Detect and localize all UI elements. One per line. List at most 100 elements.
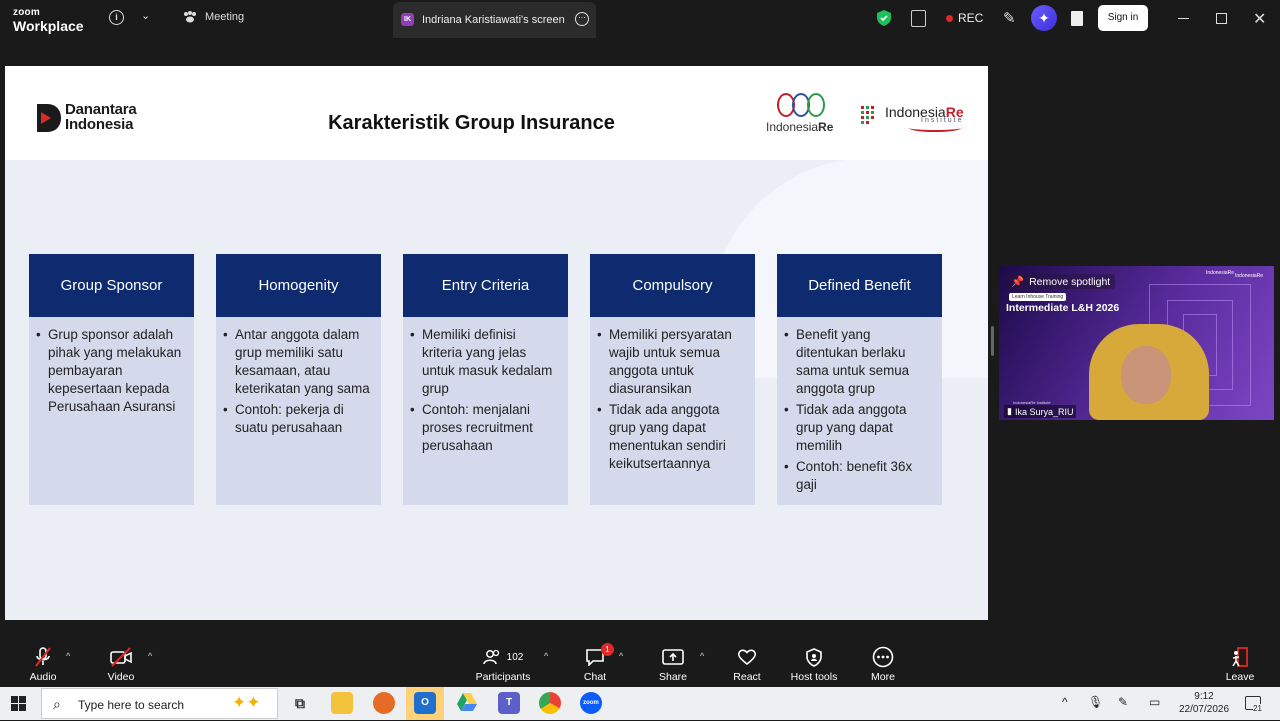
host-tools-button[interactable]: Host tools [784,646,844,683]
network-tray-icon[interactable]: ▭ [1149,695,1160,709]
notification-count: 21 [1253,704,1262,713]
clock-date: 22/07/2026 [1178,704,1230,715]
training-title: Intermediate L&H 2026 [1006,302,1120,314]
card-bullet-list: Benefit yang ditentukan berlaku sama unt… [777,326,942,497]
pen-tray-icon[interactable]: ✎ [1118,695,1128,709]
shield-icon [806,647,822,667]
indonesia-re-logo: IndonesiaRe [766,92,833,134]
more-options-icon[interactable]: ··· [575,12,589,26]
speaker-video-panel[interactable]: 📌 Remove spotlight IndonesiaRe Indonesia… [999,266,1274,420]
video-button[interactable]: Video [91,646,151,683]
windows-taskbar: ⌕ Type here to search ✦✦ ⧉ O T zoom ^ 🎙 … [0,687,1280,720]
close-icon[interactable]: ✕ [1253,9,1266,29]
characteristic-card: Homogenity Antar anggota dalam grup memil… [216,254,381,505]
leave-button[interactable]: Leave [1210,646,1270,683]
notes-icon[interactable] [911,10,926,27]
video-off-icon [110,647,132,667]
search-icon: ⌕ [53,696,61,712]
shared-screen-slide: Danantara Indonesia Karakteristik Group … [5,66,988,620]
google-drive-icon[interactable] [456,692,478,714]
ire-text-1: Indonesia [766,120,819,134]
react-button[interactable]: React [717,646,777,683]
participants-label: Participants [475,671,531,683]
card-bullet-point: Tidak ada anggota grup yang dapat memili… [784,401,932,455]
microphone-tray-icon[interactable]: 🎙 [1088,695,1103,709]
share-button[interactable]: Share [643,646,703,683]
participants-caret-icon[interactable]: ^ [544,651,548,661]
task-view-icon[interactable]: ⧉ [289,692,311,714]
tab-shared-screen-label: Indriana Karistiawati's screen [422,14,565,26]
video-label: Video [107,671,135,683]
system-clock[interactable]: 9:12 22/07/2026 [1176,690,1232,716]
characteristic-card: Group Sponsor Grup sponsor adalah pihak y… [29,254,194,505]
chat-button[interactable]: 1 Chat [565,643,625,683]
zoom-app-icon[interactable]: zoom [580,692,602,714]
characteristic-card: Defined Benefit Benefit yang ditentukan b… [777,254,942,505]
host-tools-label: Host tools [790,671,838,683]
card-bullet-point: Memiliki persyaratan wajib untuk semua a… [597,326,745,398]
tab-meeting-label: Meeting [205,11,245,23]
search-highlight-sparkle-icon[interactable]: ✦✦ [232,693,261,713]
docs-icon[interactable] [1071,11,1083,26]
windows-start-icon[interactable] [11,696,26,711]
card-bullet-point: Contoh: benefit 36x gaji [784,458,932,494]
file-explorer-icon[interactable] [331,692,353,714]
audio-options-caret-icon[interactable]: ^ [66,651,70,661]
share-label: Share [658,671,688,683]
chat-caret-icon[interactable]: ^ [619,651,623,661]
card-title: Group Sponsor [29,254,194,317]
annotate-pen-icon[interactable]: ✎ [1003,9,1016,27]
chat-label: Chat [583,671,607,683]
card-title: Entry Criteria [403,254,568,317]
card-bullet-list: Memiliki definisi kriteria yang jelas un… [403,326,568,458]
card-bullet-point: Grup sponsor adalah pihak yang melakukan… [36,326,184,416]
tab-meeting[interactable]: Meeting [183,11,244,23]
tray-expand-icon[interactable]: ^ [1062,695,1068,709]
speaker-name: Ika Surya_RIU [1014,406,1074,417]
participants-paw-icon [184,11,196,23]
card-bullet-point: Contoh: pekerja di suatu perusahaan [223,401,371,437]
institute-swoosh-icon [909,124,961,132]
card-bullet-list: Grup sponsor adalah pihak yang melakukan… [29,326,194,419]
participants-button[interactable]: 102 Participants [473,646,533,683]
speaker-person [1089,324,1209,420]
training-tag: Learn Inhouse Training [1009,293,1067,301]
remove-spotlight-label: Remove spotlight [1029,275,1111,288]
minimize-icon[interactable] [1178,18,1189,19]
speaker-name-tag: ▮ Ika Surya_RIU [1004,405,1077,418]
card-bullet-point: Benefit yang ditentukan berlaku sama unt… [784,326,932,398]
card-title: Homogenity [216,254,381,317]
encryption-shield-icon[interactable] [877,10,891,26]
heart-icon [737,649,757,666]
chevron-down-icon[interactable]: ⌄ [141,9,150,22]
remove-spotlight-button[interactable]: 📌 Remove spotlight [1006,274,1116,289]
react-label: React [733,671,761,683]
taskbar-search-input[interactable]: ⌕ Type here to search ✦✦ [41,688,278,719]
info-icon[interactable]: i [109,10,124,25]
ai-companion-icon[interactable]: ✦ [1031,5,1057,31]
audio-label: Audio [29,671,57,683]
characteristic-card: Compulsory Memiliki persyaratan wajib unt… [590,254,755,505]
recording-indicator[interactable]: REC [946,11,983,25]
firefox-icon[interactable] [373,692,395,714]
speaker-face [1121,346,1171,404]
record-dot-icon [946,14,953,22]
sign-in-button[interactable]: Sign in [1098,5,1148,31]
teams-icon[interactable]: T [498,692,520,714]
share-caret-icon[interactable]: ^ [700,651,704,661]
card-title: Compulsory [590,254,755,317]
audio-button[interactable]: Audio [13,646,73,683]
card-bullet-list: Memiliki persyaratan wajib untuk semua a… [590,326,755,476]
tab-shared-screen[interactable]: IK Indriana Karistiawati's screen ··· [393,2,596,38]
share-screen-icon [662,649,684,665]
card-bullet-point: Tidak ada anggota grup yang dapat menent… [597,401,745,473]
chrome-icon[interactable] [539,692,561,714]
ire-text-2: Re [818,120,834,134]
iri-subtitle: Institute [921,117,964,124]
video-options-caret-icon[interactable]: ^ [148,651,152,661]
outlook-icon[interactable]: O [414,692,436,714]
more-button[interactable]: More [853,646,913,683]
maximize-icon[interactable] [1216,13,1227,24]
split-view-handle[interactable] [991,326,994,356]
card-bullet-list: Antar anggota dalam grup memiliki satu k… [216,326,381,440]
